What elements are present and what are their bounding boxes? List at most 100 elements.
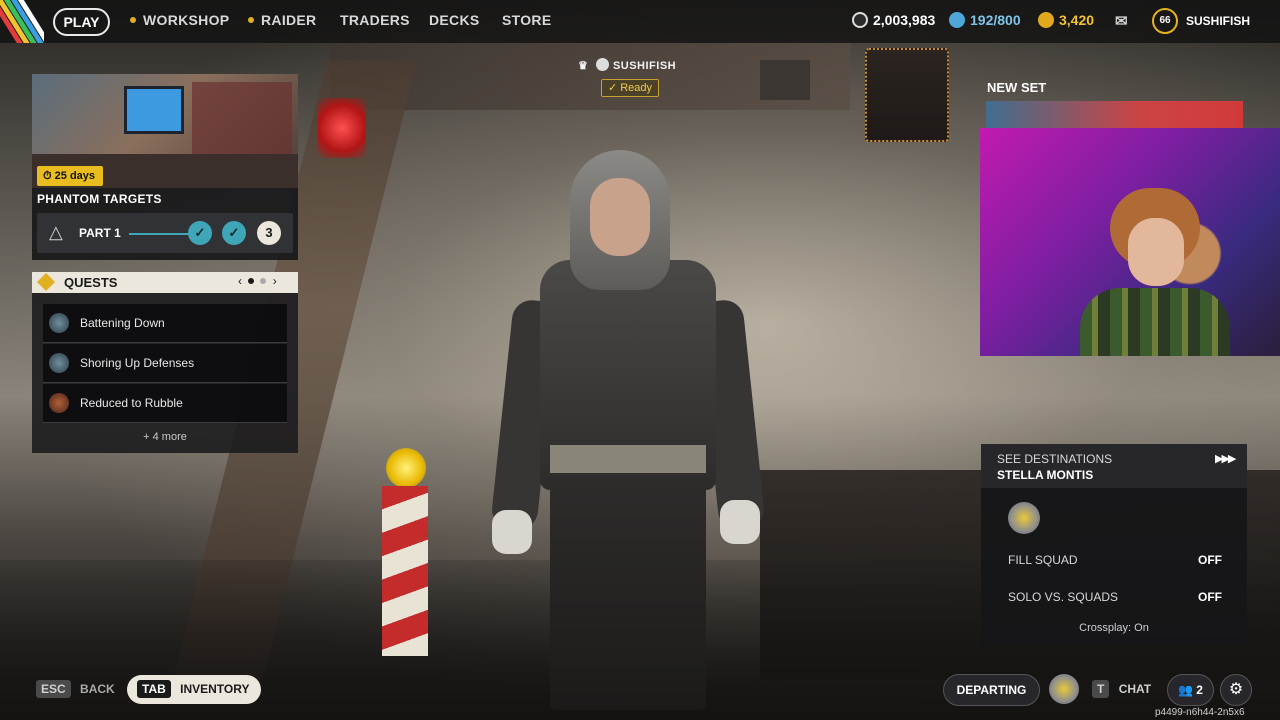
coins-icon [1038,12,1054,28]
party-count: 2 [1196,683,1203,697]
back-label: BACK [80,682,115,696]
nav-workshop-label: WORKSHOP [143,12,230,28]
background-barrier [382,486,428,656]
destinations-panel: SEE DESTINATIONS STELLA MONTIS ▶▶▶ FILL … [981,444,1247,646]
chat-key: T [1092,680,1110,698]
page-dot-inactive-icon [260,278,267,284]
character-face [590,178,650,256]
nav-raider-label: RAIDER [261,12,317,28]
character-right-glove [720,500,760,544]
background-ceiling-beam [330,40,850,110]
solo-vs-squads-toggle[interactable]: SOLO VS. SQUADS OFF [1008,590,1222,604]
crown-icon: ♛ [578,60,589,72]
streamer-shirt [1080,288,1230,356]
tab-key: TAB [137,680,171,698]
part-label: PART 1 [79,226,121,240]
chat-label: CHAT [1118,682,1152,696]
nav-store-label: STORE [502,12,552,28]
destination-name: STELLA MONTIS [997,468,1094,482]
fill-squad-value: OFF [1198,553,1222,567]
stash-display: 192/800 [949,12,1021,28]
image-monitor [124,86,184,134]
page-dot-active-icon [248,278,255,284]
stash-value: 192/800 [970,12,1021,28]
see-destinations-label: SEE DESTINATIONS [997,452,1113,466]
chat-button[interactable]: T CHAT [1092,680,1151,698]
quest-label: Shoring Up Defenses [80,356,195,370]
fill-squad-toggle[interactable]: FILL SQUAD OFF [1008,553,1222,567]
nav-decks[interactable]: DECKS [429,12,480,28]
credits-display: 2,003,983 [852,12,935,28]
webcam-overlay [980,128,1280,356]
quest-row[interactable]: Shoring Up Defenses [43,344,287,383]
esc-key: ESC [36,680,71,698]
play-button[interactable]: PLAY [53,8,110,36]
crossplay-status: Crossplay: On [1079,622,1149,634]
quest-diamond-icon [36,272,56,292]
character-left-glove [492,510,532,554]
check-icon: ✓ [607,82,618,94]
part-progress-row[interactable]: △ PART 1 ✓ ✓ 3 [37,213,293,253]
player-avatar[interactable] [1049,674,1079,704]
fill-squad-label: FILL SQUAD [1008,553,1078,567]
notification-dot-icon [248,17,254,23]
more-quests-link[interactable]: + 4 more [32,431,298,443]
nav-store[interactable]: STORE [502,12,551,28]
phantom-targets-card[interactable]: ⏱ 25 days PHANTOM TARGETS △ PART 1 ✓ ✓ 3 [32,74,298,260]
ready-status-label: Ready [620,82,653,94]
player-nameplate: ♛ SUSHIFISH [578,58,676,72]
background-yellow-light [386,448,426,488]
chevron-right-icon[interactable]: › [273,274,277,288]
nav-decks-label: DECKS [429,12,480,28]
timer-icon: ⏱ [43,170,52,182]
inventory-button[interactable]: TAB INVENTORY [127,675,262,704]
player-emblem-icon [595,58,609,71]
new-set-banner[interactable] [986,101,1243,131]
phantom-targets-title: PHANTOM TARGETS [37,192,162,206]
stash-icon [949,12,965,28]
character-legs [550,470,706,710]
days-remaining-badge: ⏱ 25 days [37,166,104,186]
quest-row[interactable]: Battening Down [43,304,287,343]
quests-header: QUESTS ‹ › [32,272,298,293]
people-icon: 👥 [1178,683,1193,697]
profile-name[interactable]: SUSHIFISH [1186,14,1250,28]
step-complete-check-icon: ✓ [188,221,212,245]
image-shelf [192,82,292,162]
days-remaining-label: 25 days [54,170,96,182]
mail-icon[interactable]: ✉ [1115,12,1128,30]
quest-label: Battening Down [80,316,165,330]
nav-traders-label: TRADERS [340,12,410,28]
fast-forward-icon: ▶▶▶ [1215,453,1236,465]
background-lamp [760,60,810,100]
progress-track [129,233,189,235]
player-name: SUSHIFISH [612,60,677,72]
inventory-label: INVENTORY [180,682,250,696]
logo-stripes-icon [0,0,44,43]
solo-vs-squads-label: SOLO VS. SQUADS [1008,590,1119,604]
back-button[interactable]: ESC BACK [36,680,115,698]
quests-panel: QUESTS ‹ › Battening Down Shoring Up Def… [32,272,298,453]
coins-display: 3,420 [1038,12,1094,28]
credits-value: 2,003,983 [873,12,936,28]
squad-member-avatar[interactable] [1008,502,1040,534]
streamer-figure [1080,188,1230,356]
see-destinations-button[interactable]: SEE DESTINATIONS STELLA MONTIS ▶▶▶ [981,444,1247,488]
gear-icon[interactable]: ⚙ [1220,674,1252,706]
quests-pager: ‹ › [238,274,277,288]
player-level-badge[interactable]: 66 [1152,8,1178,34]
quest-label: Reduced to Rubble [80,396,183,410]
departing-button[interactable]: DEPARTING [943,674,1040,706]
coins-value: 3,420 [1059,12,1095,28]
nav-workshop[interactable]: WORKSHOP [130,12,229,28]
party-button[interactable]: 👥 2 [1167,674,1214,706]
quest-giver-avatar [49,393,69,413]
chevron-left-icon[interactable]: ‹ [238,274,242,288]
nav-traders[interactable]: TRADERS [340,12,410,28]
quests-title: QUESTS [64,275,118,290]
quest-row[interactable]: Reduced to Rubble [43,384,287,423]
new-set-label: NEW SET [987,80,1047,95]
solo-vs-squads-value: OFF [1198,590,1222,604]
session-id: p4499-n6h44-2n5x6 [1155,707,1245,718]
nav-raider[interactable]: RAIDER [248,12,316,28]
